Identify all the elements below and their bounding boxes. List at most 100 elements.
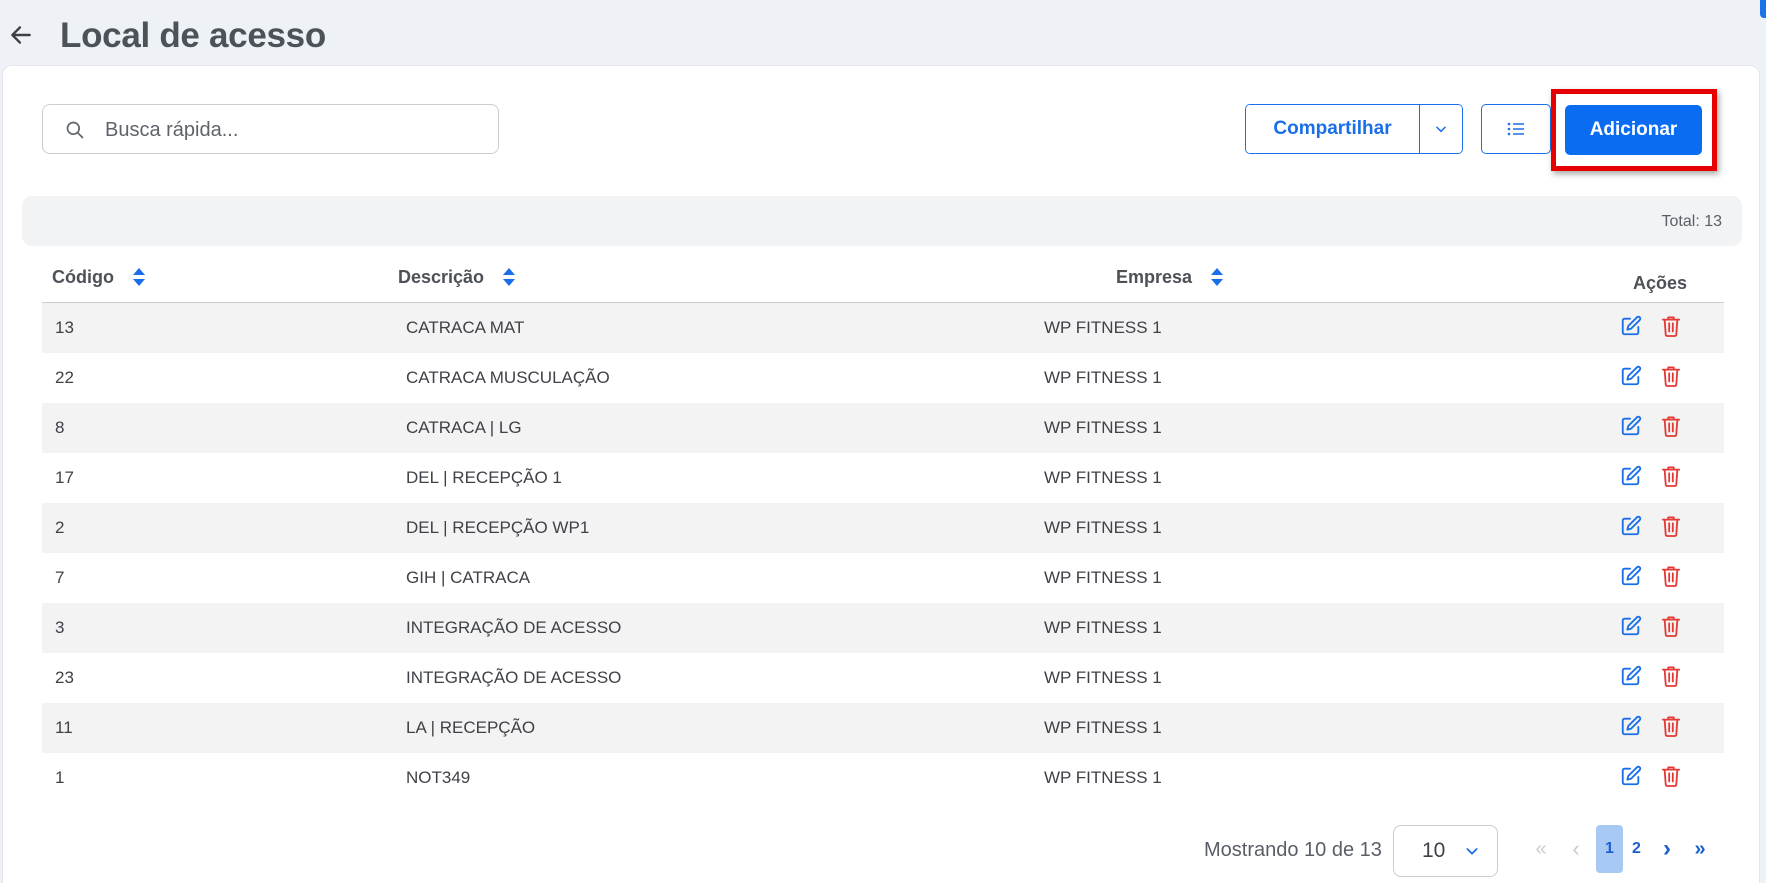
cell-empresa: WP FITNESS 1 xyxy=(1044,318,1162,337)
cell-descricao: GIH | CATRACA xyxy=(406,568,531,587)
cell-codigo: 23 xyxy=(55,668,74,687)
pagination-info: Mostrando 10 de 13 xyxy=(1204,839,1382,861)
row-actions xyxy=(1620,315,1690,339)
page-header: Local de acesso xyxy=(0,0,1766,64)
cell-codigo: 8 xyxy=(55,418,65,437)
search-box[interactable] xyxy=(42,104,499,154)
cell-codigo: 1 xyxy=(55,768,65,787)
edit-icon[interactable] xyxy=(1620,665,1642,687)
trash-icon[interactable] xyxy=(1661,665,1681,687)
cell-codigo: 3 xyxy=(55,618,65,637)
cell-codigo: 2 xyxy=(55,518,65,537)
cell-descricao: INTEGRAÇÃO DE ACESSO xyxy=(406,618,622,637)
chevron-down-icon xyxy=(1436,126,1446,133)
search-icon xyxy=(66,121,84,139)
table-row: 2 DEL | RECEPÇÃO WP1 WP FITNESS 1 xyxy=(42,503,1724,553)
row-actions xyxy=(1620,365,1690,389)
sort-icon[interactable] xyxy=(132,266,146,288)
row-actions xyxy=(1620,765,1690,789)
share-button[interactable]: Compartilhar xyxy=(1246,105,1419,153)
trash-icon[interactable] xyxy=(1661,365,1681,387)
row-actions xyxy=(1620,415,1690,439)
table-row: 13 CATRACA MAT WP FITNESS 1 xyxy=(42,303,1724,353)
cell-codigo: 11 xyxy=(55,718,73,737)
table-row: 11 LA | RECEPÇÃO WP FITNESS 1 xyxy=(42,703,1724,753)
edit-icon[interactable] xyxy=(1620,765,1642,787)
trash-icon[interactable] xyxy=(1661,765,1681,787)
edit-icon[interactable] xyxy=(1620,615,1642,637)
edit-icon[interactable] xyxy=(1620,565,1642,587)
total-bar: Total: 13 xyxy=(22,196,1742,246)
page-title: Local de acesso xyxy=(60,16,326,55)
share-dropdown-toggle[interactable] xyxy=(1419,105,1462,153)
cell-descricao: CATRACA | LG xyxy=(406,418,522,437)
edit-icon[interactable] xyxy=(1620,365,1642,387)
cell-descricao: NOT349 xyxy=(406,768,471,787)
table-row: 7 GIH | CATRACA WP FITNESS 1 xyxy=(42,553,1724,603)
cell-codigo: 17 xyxy=(55,468,74,487)
trash-icon[interactable] xyxy=(1661,315,1681,337)
cell-empresa: WP FITNESS 1 xyxy=(1044,368,1162,387)
sort-icon[interactable] xyxy=(502,266,516,288)
cell-codigo: 13 xyxy=(55,318,74,337)
trash-icon[interactable] xyxy=(1661,715,1681,737)
cell-descricao: DEL | RECEPÇÃO WP1 xyxy=(406,518,590,537)
column-header-acoes: Ações xyxy=(1633,273,1687,294)
chevron-down-icon xyxy=(1466,848,1478,855)
cell-empresa: WP FITNESS 1 xyxy=(1044,768,1162,787)
cell-empresa: WP FITNESS 1 xyxy=(1044,718,1162,737)
row-actions xyxy=(1620,565,1690,589)
list-view-button[interactable] xyxy=(1481,104,1551,154)
column-label: Empresa xyxy=(1116,266,1193,287)
table-row: 8 CATRACA | LG WP FITNESS 1 xyxy=(42,403,1724,453)
table-row: 23 INTEGRAÇÃO DE ACESSO WP FITNESS 1 xyxy=(42,653,1724,703)
add-button[interactable]: Adicionar xyxy=(1565,105,1702,155)
column-label: Ações xyxy=(1633,273,1688,293)
page-button-2[interactable]: 2 xyxy=(1623,825,1650,873)
row-actions xyxy=(1620,515,1690,539)
cell-codigo: 22 xyxy=(55,368,74,387)
table-header: Código Descrição Empresa Ações xyxy=(42,251,1724,303)
page-size-value: 10 xyxy=(1422,839,1446,862)
cell-empresa: WP FITNESS 1 xyxy=(1044,568,1162,587)
corner-indicator xyxy=(1760,0,1766,18)
trash-icon[interactable] xyxy=(1661,415,1681,437)
trash-icon[interactable] xyxy=(1661,615,1681,637)
prev-page-button[interactable]: ‹ xyxy=(1566,825,1586,873)
row-actions xyxy=(1620,665,1690,689)
edit-icon[interactable] xyxy=(1620,515,1642,537)
page-size-select[interactable]: 10 xyxy=(1393,825,1498,877)
column-label: Código xyxy=(52,266,114,287)
edit-icon[interactable] xyxy=(1620,315,1642,337)
cell-empresa: WP FITNESS 1 xyxy=(1044,618,1162,637)
cell-empresa: WP FITNESS 1 xyxy=(1044,418,1162,437)
row-actions xyxy=(1620,615,1690,639)
back-arrow-icon[interactable] xyxy=(8,22,34,48)
page-button-1[interactable]: 1 xyxy=(1596,825,1623,873)
edit-icon[interactable] xyxy=(1620,415,1642,437)
column-header-codigo[interactable]: Código xyxy=(52,266,146,288)
main-card: Compartilhar Adicionar Total: 13 Código xyxy=(2,65,1760,883)
edit-icon[interactable] xyxy=(1620,465,1642,487)
table-body: 13 CATRACA MAT WP FITNESS 1 22 CATRACA MUSCU… xyxy=(42,303,1724,803)
cell-descricao: CATRACA MAT xyxy=(406,318,525,337)
first-page-button[interactable]: « xyxy=(1531,825,1551,873)
trash-icon[interactable] xyxy=(1661,515,1681,537)
table-row: 1 NOT349 WP FITNESS 1 xyxy=(42,753,1724,803)
cell-empresa: WP FITNESS 1 xyxy=(1044,668,1162,687)
column-header-descricao[interactable]: Descrição xyxy=(398,266,516,288)
search-input[interactable] xyxy=(105,115,485,145)
edit-icon[interactable] xyxy=(1620,715,1642,737)
column-label: Descrição xyxy=(398,266,485,287)
table-row: 17 DEL | RECEPÇÃO 1 WP FITNESS 1 xyxy=(42,453,1724,503)
trash-icon[interactable] xyxy=(1661,565,1681,587)
column-header-empresa[interactable]: Empresa xyxy=(1116,266,1224,288)
cell-codigo: 7 xyxy=(55,568,65,587)
last-page-button[interactable]: » xyxy=(1689,825,1711,873)
data-table: Código Descrição Empresa Ações 13 CATRAC… xyxy=(42,251,1724,803)
trash-icon[interactable] xyxy=(1661,465,1681,487)
table-row: 22 CATRACA MUSCULAÇÃO WP FITNESS 1 xyxy=(42,353,1724,403)
sort-icon[interactable] xyxy=(1210,266,1224,288)
next-page-button[interactable]: › xyxy=(1657,825,1677,873)
cell-empresa: WP FITNESS 1 xyxy=(1044,468,1162,487)
